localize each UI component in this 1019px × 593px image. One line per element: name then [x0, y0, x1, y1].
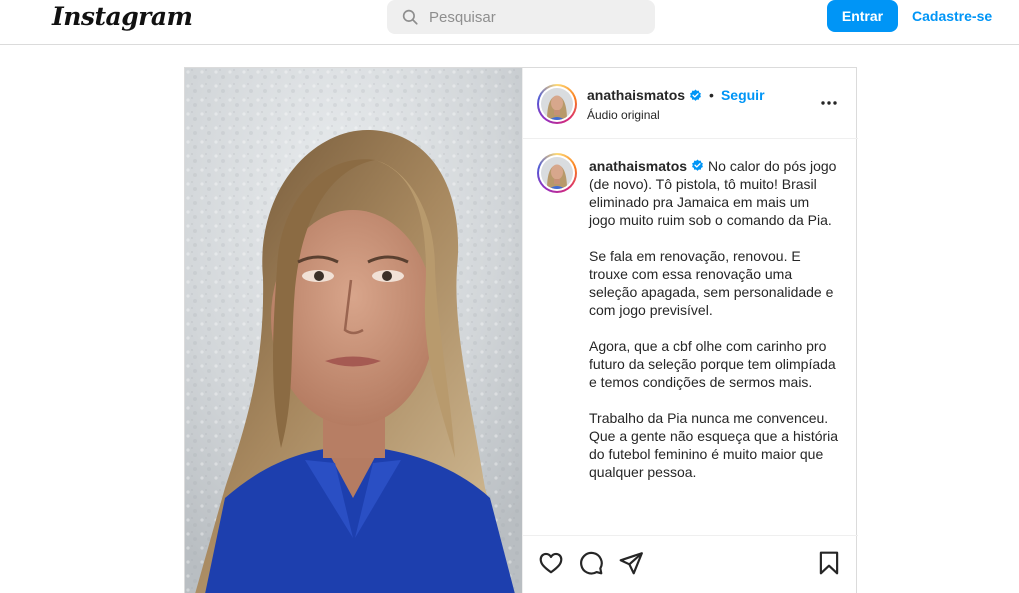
avatar[interactable] [537, 84, 577, 124]
caption-paragraph: Trabalho da Pia nunca me convenceu. Que … [589, 410, 839, 480]
follow-button[interactable]: Seguir [721, 87, 765, 103]
share-icon[interactable] [618, 550, 644, 576]
caption-area: anathaismatos No calor do pós jogo (de no… [523, 140, 858, 535]
avatar[interactable] [537, 153, 577, 193]
search-box[interactable] [387, 0, 655, 34]
instagram-logo[interactable]: Instagram [52, 2, 193, 31]
heart-icon[interactable] [538, 550, 564, 576]
caption-paragraph: Se fala em renovação, renovou. E trouxe … [589, 248, 834, 318]
separator-dot: • [709, 87, 714, 103]
signup-link[interactable]: Cadastre-se [912, 8, 992, 24]
verified-icon [691, 159, 704, 172]
caption-paragraph: Agora, que a cbf olhe com carinho pro fu… [589, 338, 836, 390]
post-header: anathaismatos • Seguir Áudio original [523, 68, 858, 139]
post-actions [523, 535, 858, 593]
caption-paragraph: anathaismatos No calor do pós jogo (de no… [589, 157, 839, 229]
comment-icon[interactable] [578, 550, 604, 576]
caption-username[interactable]: anathaismatos [589, 158, 687, 174]
bookmark-icon[interactable] [816, 550, 842, 576]
audio-label[interactable]: Áudio original [587, 108, 660, 122]
verified-icon [689, 89, 702, 102]
post-author: anathaismatos • Seguir [587, 87, 765, 103]
post-caption: anathaismatos No calor do pós jogo (de no… [589, 157, 839, 499]
post-card: anathaismatos • Seguir Áudio original an… [184, 67, 858, 593]
post-video[interactable] [185, 68, 522, 593]
top-navbar: Instagram Entrar Cadastre-se [0, 0, 1019, 45]
username-link[interactable]: anathaismatos [587, 87, 685, 103]
more-icon[interactable] [820, 94, 838, 112]
search-icon [401, 8, 419, 26]
post-sidebar: anathaismatos • Seguir Áudio original an… [522, 68, 858, 593]
search-input[interactable] [429, 8, 639, 26]
login-button[interactable]: Entrar [827, 0, 898, 32]
